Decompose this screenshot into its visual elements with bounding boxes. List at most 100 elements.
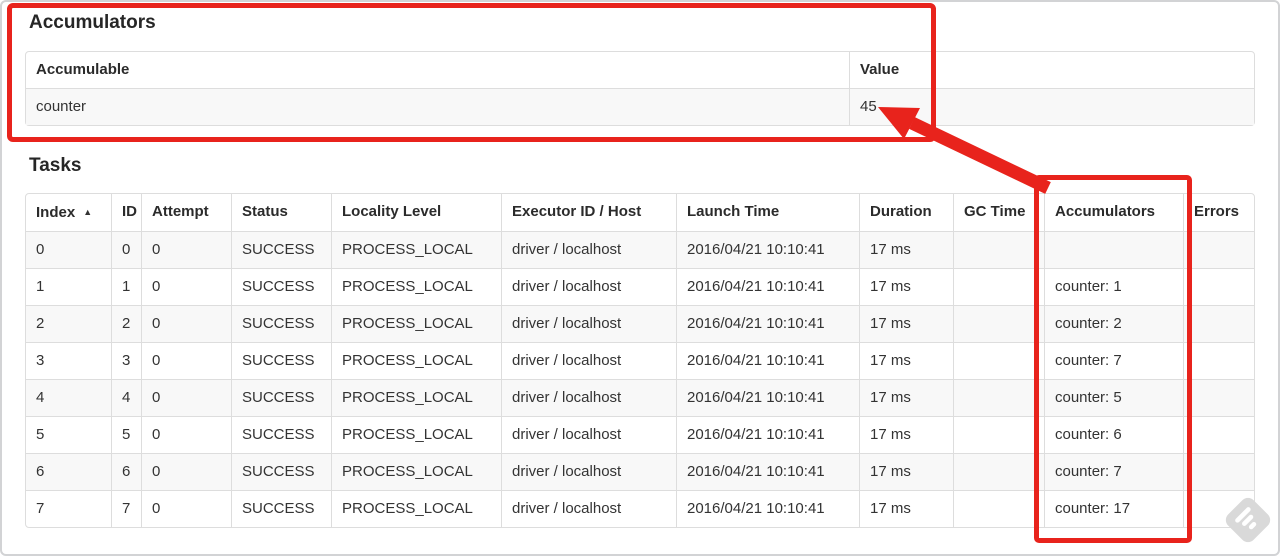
task-cell-gc_time — [953, 231, 1044, 268]
task-row: 7 7 0 SUCCESS PROCESS_LOCAL driver / localhos… — [26, 490, 1254, 527]
tasks-table-body: 0 0 0 SUCCESS PROCESS_LOCAL driver / localhos… — [26, 231, 1254, 527]
column-header-id[interactable]: ID — [111, 194, 141, 231]
task-cell-id: 7 — [111, 490, 141, 527]
task-cell-index: 2 — [26, 305, 111, 342]
task-cell-locality_level: PROCESS_LOCAL — [331, 305, 501, 342]
screenshot-frame: Accumulators Accumulable Value counter 4… — [0, 0, 1280, 556]
task-cell-gc_time — [953, 490, 1044, 527]
sort-ascending-icon: ▲ — [83, 207, 93, 217]
tasks-section-title: Tasks — [29, 155, 82, 176]
column-header-value[interactable]: Value — [849, 52, 1254, 88]
task-cell-accumulators: counter: 17 — [1044, 490, 1183, 527]
task-cell-index: 7 — [26, 490, 111, 527]
task-cell-errors — [1183, 342, 1254, 379]
task-cell-launch_time: 2016/04/21 10:10:41 — [676, 490, 859, 527]
task-cell-executor_id_host: driver / localhost — [501, 379, 676, 416]
column-header-label: Status — [242, 203, 288, 220]
task-row: 4 4 0 SUCCESS PROCESS_LOCAL driver / localhos… — [26, 379, 1254, 416]
task-cell-launch_time: 2016/04/21 10:10:41 — [676, 231, 859, 268]
column-header-label: Duration — [870, 203, 932, 220]
task-cell-executor_id_host: driver / localhost — [501, 305, 676, 342]
column-header-label: GC Time — [964, 203, 1026, 220]
task-row: 5 5 0 SUCCESS PROCESS_LOCAL driver / localhos… — [26, 416, 1254, 453]
column-header-launch_time[interactable]: Launch Time — [676, 194, 859, 231]
task-cell-errors — [1183, 379, 1254, 416]
task-cell-status: SUCCESS — [231, 231, 331, 268]
task-row: 2 2 0 SUCCESS PROCESS_LOCAL driver / localhos… — [26, 305, 1254, 342]
task-cell-attempt: 0 — [141, 453, 231, 490]
task-cell-locality_level: PROCESS_LOCAL — [331, 342, 501, 379]
task-row: 3 3 0 SUCCESS PROCESS_LOCAL driver / localhos… — [26, 342, 1254, 379]
column-header-attempt[interactable]: Attempt — [141, 194, 231, 231]
task-cell-status: SUCCESS — [231, 490, 331, 527]
task-cell-locality_level: PROCESS_LOCAL — [331, 268, 501, 305]
task-cell-launch_time: 2016/04/21 10:10:41 — [676, 268, 859, 305]
task-cell-executor_id_host: driver / localhost — [501, 268, 676, 305]
task-cell-attempt: 0 — [141, 416, 231, 453]
column-header-accumulable[interactable]: Accumulable — [26, 52, 849, 88]
task-cell-attempt: 0 — [141, 231, 231, 268]
column-header-duration[interactable]: Duration — [859, 194, 953, 231]
task-cell-accumulators: counter: 5 — [1044, 379, 1183, 416]
column-header-index[interactable]: Index ▲ — [26, 194, 111, 231]
task-cell-duration: 17 ms — [859, 342, 953, 379]
column-header-label: Launch Time — [687, 203, 780, 220]
column-header-label: Locality Level — [342, 203, 442, 220]
task-cell-attempt: 0 — [141, 305, 231, 342]
accumulable-name-cell: counter — [26, 88, 849, 125]
task-cell-attempt: 0 — [141, 342, 231, 379]
task-cell-attempt: 0 — [141, 379, 231, 416]
task-cell-duration: 17 ms — [859, 231, 953, 268]
task-cell-index: 4 — [26, 379, 111, 416]
task-cell-attempt: 0 — [141, 490, 231, 527]
task-cell-attempt: 0 — [141, 268, 231, 305]
task-cell-id: 4 — [111, 379, 141, 416]
task-cell-status: SUCCESS — [231, 268, 331, 305]
task-cell-status: SUCCESS — [231, 453, 331, 490]
column-header-locality_level[interactable]: Locality Level — [331, 194, 501, 231]
task-cell-errors — [1183, 268, 1254, 305]
task-cell-accumulators — [1044, 231, 1183, 268]
task-cell-launch_time: 2016/04/21 10:10:41 — [676, 453, 859, 490]
task-cell-accumulators: counter: 7 — [1044, 342, 1183, 379]
accumulator-row: counter 45 — [26, 88, 1254, 125]
tasks-table: Index ▲ ID Attempt Status Locality Level Execu… — [25, 193, 1255, 528]
task-cell-duration: 17 ms — [859, 379, 953, 416]
task-cell-gc_time — [953, 268, 1044, 305]
task-cell-errors — [1183, 490, 1254, 527]
task-cell-locality_level: PROCESS_LOCAL — [331, 231, 501, 268]
task-cell-launch_time: 2016/04/21 10:10:41 — [676, 305, 859, 342]
accumulators-section-title: Accumulators — [29, 12, 156, 33]
column-header-label: Accumulators — [1055, 203, 1156, 220]
task-cell-errors — [1183, 453, 1254, 490]
task-cell-duration: 17 ms — [859, 268, 953, 305]
task-cell-status: SUCCESS — [231, 379, 331, 416]
column-header-accumulators[interactable]: Accumulators — [1044, 194, 1183, 231]
task-cell-index: 5 — [26, 416, 111, 453]
task-cell-executor_id_host: driver / localhost — [501, 416, 676, 453]
task-cell-gc_time — [953, 342, 1044, 379]
task-row: 1 1 0 SUCCESS PROCESS_LOCAL driver / localhos… — [26, 268, 1254, 305]
task-cell-errors — [1183, 305, 1254, 342]
task-cell-index: 3 — [26, 342, 111, 379]
spark-ui-stage-page: Accumulators Accumulable Value counter 4… — [2, 12, 1278, 528]
task-cell-status: SUCCESS — [231, 305, 331, 342]
column-header-label: Index — [36, 204, 76, 221]
task-cell-locality_level: PROCESS_LOCAL — [331, 453, 501, 490]
task-cell-executor_id_host: driver / localhost — [501, 342, 676, 379]
task-cell-errors — [1183, 231, 1254, 268]
column-header-executor_id_host[interactable]: Executor ID / Host — [501, 194, 676, 231]
accumulable-value-cell: 45 — [849, 88, 1254, 125]
task-cell-accumulators: counter: 2 — [1044, 305, 1183, 342]
column-header-status[interactable]: Status — [231, 194, 331, 231]
column-header-gc_time[interactable]: GC Time — [953, 194, 1044, 231]
task-cell-gc_time — [953, 416, 1044, 453]
task-cell-duration: 17 ms — [859, 453, 953, 490]
task-cell-locality_level: PROCESS_LOCAL — [331, 379, 501, 416]
column-header-errors[interactable]: Errors — [1183, 194, 1254, 231]
task-cell-accumulators: counter: 7 — [1044, 453, 1183, 490]
task-cell-id: 0 — [111, 231, 141, 268]
task-cell-index: 1 — [26, 268, 111, 305]
task-cell-id: 1 — [111, 268, 141, 305]
task-cell-gc_time — [953, 305, 1044, 342]
